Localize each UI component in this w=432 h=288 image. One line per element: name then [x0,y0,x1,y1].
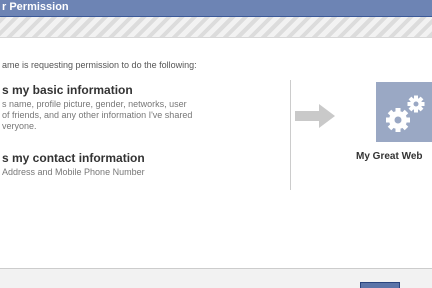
permission-dialog: r Permission ame is requesting permissio… [0,0,432,288]
striped-header-band [0,17,432,38]
allow-button[interactable] [360,282,400,288]
permission-title: s my contact information [2,151,145,165]
intro-text: ame is requesting permission to do the f… [2,60,197,70]
permission-description: Address and Mobile Phone Number [2,167,145,177]
dialog-title: r Permission [2,1,69,13]
arrow-right-icon [295,104,335,128]
gear-icon [386,95,425,132]
vertical-divider [290,80,291,190]
app-gear-icon [376,82,432,142]
permission-item-basic-info: s my basic information s name, profile p… [2,83,272,132]
dialog-titlebar: r Permission [0,0,432,17]
permission-title: s my basic information [2,83,133,97]
permission-description: s name, profile picture, gender, network… [2,99,193,131]
app-name: My Great Web [356,151,423,162]
permission-item-contact-info: s my contact information Address and Mob… [2,151,272,178]
